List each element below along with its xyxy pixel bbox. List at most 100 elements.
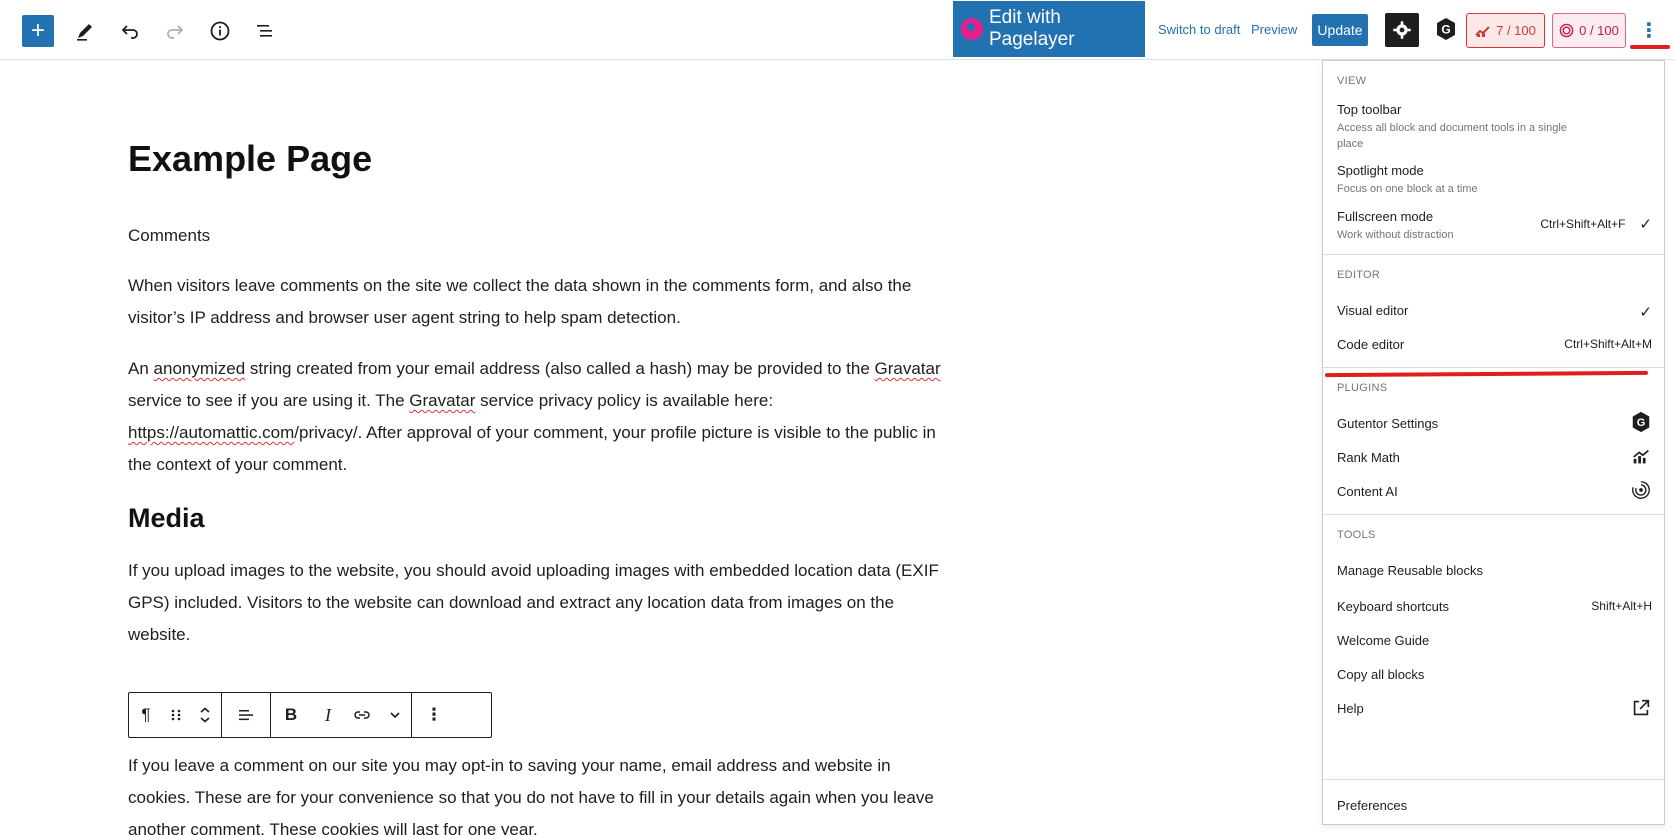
- menu-item-content-ai[interactable]: Content AI: [1337, 481, 1652, 499]
- list-view-button[interactable]: [251, 17, 279, 45]
- menu-item-shortcut: Ctrl+Shift+Alt+F: [1540, 217, 1626, 231]
- undo-icon: [121, 25, 138, 39]
- paragraph-block-type-button[interactable]: ¶: [129, 693, 163, 737]
- block-toolbar-group-options: ⋮: [412, 693, 456, 737]
- bold-button[interactable]: B: [271, 693, 311, 737]
- menu-section-title: Editor: [1337, 269, 1381, 281]
- gutentor-logo-icon: G: [1437, 18, 1455, 40]
- content-ai-score-button[interactable]: 0 / 100: [1552, 13, 1626, 48]
- text-span: service to see if you are using it. The: [128, 391, 410, 410]
- gutentor-button[interactable]: G: [1432, 15, 1460, 43]
- seo-score-value: 7 / 100: [1496, 23, 1536, 38]
- rank-math-icon: [1475, 25, 1490, 37]
- move-up-down-button[interactable]: [189, 693, 221, 737]
- menu-item-label: Help: [1337, 701, 1364, 716]
- content-ai-icon: [1632, 481, 1650, 499]
- settings-button[interactable]: [1385, 13, 1419, 47]
- svg-text:G: G: [1441, 23, 1450, 37]
- checkmark-icon: ✓: [1639, 304, 1652, 321]
- rank-math-seo-score-button[interactable]: 7 / 100: [1466, 13, 1545, 48]
- update-button[interactable]: Update: [1312, 14, 1368, 46]
- menu-item-rank-math[interactable]: Rank Math: [1337, 449, 1652, 465]
- align-button[interactable]: [222, 693, 270, 737]
- paragraph-gravatar[interactable]: An anonymized string created from your e…: [128, 353, 948, 481]
- redo-button[interactable]: [161, 17, 189, 45]
- menu-item-help[interactable]: Help: [1337, 699, 1652, 716]
- toolbar-left-group: +: [22, 15, 279, 47]
- menu-item-label: Visual editor: [1337, 303, 1409, 318]
- menu-item-right: [1630, 446, 1652, 468]
- edit-with-pagelayer-button[interactable]: Edit with Pagelayer: [953, 1, 1145, 57]
- undo-button[interactable]: [116, 17, 144, 45]
- menu-section-plugins: Plugins Gutentor Settings G Rank Math Co…: [1323, 367, 1664, 514]
- preview-button[interactable]: Preview: [1251, 22, 1297, 37]
- block-toolbar-group-block: ¶: [129, 693, 222, 737]
- more-vertical-icon: ⋮: [425, 705, 443, 724]
- tools-button[interactable]: [71, 17, 99, 45]
- menu-item-keyboard-shortcuts[interactable]: Keyboard shortcuts Shift+Alt+H: [1337, 599, 1652, 614]
- menu-item-top-toolbar[interactable]: Top toolbar Access all block and documen…: [1337, 102, 1652, 152]
- drag-handle-button[interactable]: [163, 693, 189, 737]
- switch-to-draft-button[interactable]: Switch to draft: [1158, 22, 1240, 37]
- annotation-underline-options: [1630, 45, 1670, 49]
- pagelayer-logo-icon: [961, 18, 983, 40]
- heading-media[interactable]: Media: [128, 503, 205, 534]
- details-button[interactable]: [206, 17, 234, 45]
- paragraph-visitors[interactable]: When visitors leave comments on the site…: [128, 270, 948, 334]
- menu-section-title: Tools: [1337, 529, 1376, 541]
- menu-item-manage-reusable-blocks[interactable]: Manage Reusable blocks: [1337, 563, 1652, 578]
- content-ai-icon: [1559, 23, 1574, 38]
- checkmark-icon: ✓: [1639, 216, 1652, 233]
- gear-icon: [1393, 21, 1411, 39]
- pilcrow-icon: ¶: [141, 705, 151, 724]
- menu-item-visual-editor[interactable]: Visual editor ✓: [1337, 303, 1652, 321]
- more-vertical-icon: ⋮: [1639, 19, 1659, 42]
- menu-section-editor: Editor Visual editor ✓ Code editor Ctrl+…: [1323, 254, 1664, 367]
- page-title[interactable]: Example Page: [128, 138, 372, 180]
- block-toolbar: ¶ B I ⋮: [128, 692, 492, 738]
- menu-item-label: Welcome Guide: [1337, 633, 1430, 648]
- more-formatting-button[interactable]: [379, 693, 411, 737]
- options-menu-button[interactable]: ⋮: [1632, 14, 1666, 46]
- gutentor-logo-icon: G: [1632, 411, 1650, 433]
- menu-item-spotlight-mode[interactable]: Spotlight mode Focus on one block at a t…: [1337, 163, 1652, 197]
- paragraph-cookies[interactable]: If you leave a comment on our site you m…: [128, 750, 948, 835]
- menu-item-label: Preferences: [1337, 798, 1408, 813]
- list-view-icon: [257, 25, 272, 37]
- chevron-up-down-icon: [200, 707, 210, 723]
- misspelled-word: Gravatar: [409, 391, 476, 410]
- redo-icon: [167, 25, 184, 39]
- menu-section-title: Plugins: [1337, 382, 1388, 394]
- menu-item-label: Top toolbar: [1337, 102, 1402, 117]
- menu-item-welcome-guide[interactable]: Welcome Guide: [1337, 633, 1652, 648]
- menu-item-copy-all-blocks[interactable]: Copy all blocks: [1337, 667, 1652, 682]
- menu-item-code-editor[interactable]: Code editor Ctrl+Shift+Alt+M: [1337, 337, 1652, 352]
- options-dropdown-menu: View Top toolbar Access all block and do…: [1322, 60, 1665, 825]
- menu-item-gutentor-settings[interactable]: Gutentor Settings G: [1337, 411, 1652, 433]
- menu-item-label: Gutentor Settings: [1337, 416, 1439, 431]
- menu-item-label: Copy all blocks: [1337, 667, 1425, 682]
- editor-top-toolbar: + Edit with Pagelayer Switch to draft Pr…: [0, 0, 1675, 60]
- link-button[interactable]: [345, 693, 379, 737]
- menu-item-right: Ctrl+Shift+Alt+F ✓: [1540, 215, 1652, 233]
- external-link-icon: [1633, 699, 1650, 716]
- bold-icon: B: [284, 705, 298, 724]
- menu-item-right: G: [1630, 411, 1652, 433]
- menu-item-right: Ctrl+Shift+Alt+M: [1564, 337, 1652, 351]
- menu-section-view: View Top toolbar Access all block and do…: [1323, 61, 1664, 254]
- drag-handle-icon: [171, 709, 181, 721]
- menu-item-fullscreen-mode[interactable]: Fullscreen mode Work without distraction…: [1337, 209, 1652, 243]
- menu-item-description: Focus on one block at a time: [1337, 183, 1478, 195]
- misspelled-word: https://automattic.com: [128, 423, 295, 442]
- paragraph-media[interactable]: If you upload images to the website, you…: [128, 555, 948, 651]
- italic-button[interactable]: I: [311, 693, 345, 737]
- misspelled-word: anonymized: [153, 359, 246, 378]
- paragraph-comments[interactable]: Comments: [128, 220, 948, 252]
- menu-item-label: Content AI: [1337, 484, 1398, 499]
- menu-item-label: Spotlight mode: [1337, 163, 1424, 178]
- link-icon: [354, 711, 370, 719]
- menu-item-preferences[interactable]: Preferences: [1337, 798, 1652, 813]
- block-options-button[interactable]: ⋮: [412, 693, 456, 737]
- pagelayer-label: Edit with Pagelayer: [989, 7, 1075, 50]
- add-block-button[interactable]: +: [22, 15, 54, 47]
